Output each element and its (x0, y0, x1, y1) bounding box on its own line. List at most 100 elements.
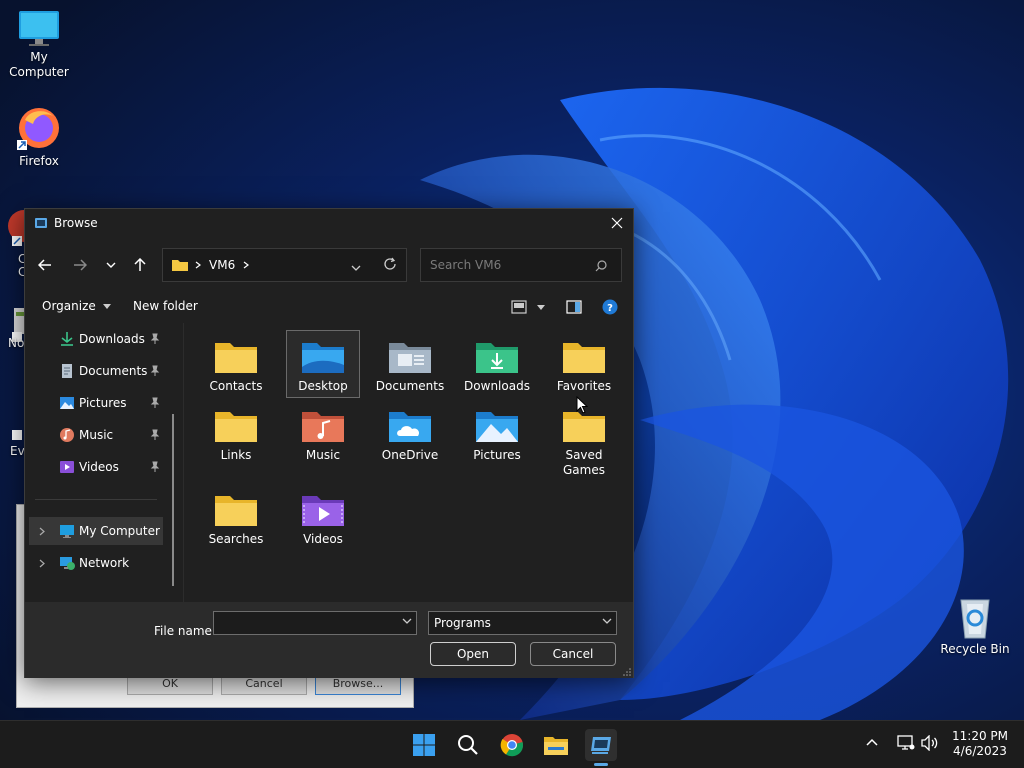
file-item-documents[interactable]: Documents (373, 331, 447, 394)
videos-folder-icon (302, 496, 344, 526)
file-item-pictures[interactable]: Pictures (460, 400, 534, 463)
speaker-icon (921, 735, 938, 751)
nav-scrollbar[interactable] (172, 414, 174, 586)
pin-icon (150, 365, 160, 376)
desktop-icon-label: Firefox (19, 154, 59, 168)
refresh-button[interactable] (383, 257, 397, 274)
organize-button[interactable]: Organize (42, 299, 111, 313)
help-button[interactable]: ? (602, 299, 618, 318)
volume-button[interactable] (921, 735, 939, 751)
file-item-links[interactable]: Links (199, 400, 273, 463)
chevron-right-icon[interactable] (39, 527, 45, 536)
music-folder-icon (302, 412, 344, 442)
cancel-button[interactable]: Cancel (530, 642, 616, 666)
close-button[interactable] (601, 209, 633, 237)
recent-locations-button[interactable] (99, 253, 123, 277)
nav-item-label: Videos (79, 460, 119, 474)
taskbar-file-explorer[interactable] (540, 729, 572, 761)
file-item-contacts[interactable]: Contacts (199, 331, 273, 394)
taskbar-search-button[interactable] (452, 729, 484, 761)
caret-down-icon (102, 304, 111, 309)
start-button[interactable] (408, 729, 440, 761)
nav-item-documents[interactable]: Documents (29, 357, 163, 385)
chevron-right-icon[interactable] (39, 559, 45, 568)
browse-dialog: Browse VM6 Search VM6 Organize New folde… (24, 208, 634, 678)
open-button[interactable]: Open (430, 642, 516, 666)
monitor-icon (60, 525, 74, 538)
search-input[interactable] (430, 258, 590, 272)
file-name-label: File name: (154, 624, 216, 638)
forward-button[interactable] (68, 253, 92, 277)
desktop-icon-my-computer[interactable]: My Computer (0, 8, 78, 80)
folder-icon (215, 412, 257, 442)
pin-icon (150, 461, 160, 472)
pictures-folder-icon (476, 412, 518, 442)
command-bar: Organize New folder ? (25, 295, 633, 319)
address-dropdown-button[interactable] (351, 260, 361, 274)
file-item-label: OneDrive (381, 448, 439, 462)
file-item-label: Downloads (464, 379, 530, 393)
chevron-right-icon (195, 261, 201, 269)
address-bar[interactable]: VM6 (162, 248, 407, 282)
nav-item-my-computer[interactable]: My Computer (29, 517, 163, 545)
nav-item-network[interactable]: Network (29, 549, 163, 577)
chevron-down-icon[interactable] (402, 618, 412, 624)
nav-item-downloads[interactable]: Downloads (29, 325, 163, 353)
back-button[interactable] (33, 253, 57, 277)
file-name-input[interactable] (218, 615, 388, 631)
close-icon (611, 217, 623, 229)
taskbar: 11:20 PM 4/6/2023 (0, 720, 1024, 768)
taskbar-chrome[interactable] (496, 729, 528, 761)
file-item-label: Searches (208, 532, 264, 546)
file-type-select[interactable]: Programs (428, 611, 617, 635)
nav-item-label: Network (79, 556, 130, 570)
chevron-down-icon (351, 265, 361, 271)
active-app-icon (591, 737, 611, 754)
file-list: Contacts Desktop Documents Downloads Fav… (185, 323, 633, 603)
breadcrumb-vm6[interactable]: VM6 (209, 258, 235, 272)
show-hidden-icons-button[interactable] (866, 738, 878, 746)
nav-item-pictures[interactable]: Pictures (29, 389, 163, 417)
resize-grip-icon[interactable] (623, 668, 631, 676)
desktop-icon-recycle-bin[interactable]: Recycle Bin (936, 596, 1014, 657)
view-options-button[interactable] (511, 300, 547, 317)
pictures-icon (60, 397, 74, 409)
file-explorer-icon (544, 737, 568, 755)
file-item-label: Contacts (209, 379, 263, 393)
download-icon (61, 332, 73, 346)
file-item-desktop[interactable]: Desktop (286, 330, 360, 398)
nav-item-label: My Computer (79, 524, 160, 538)
file-item-favorites[interactable]: Favorites (547, 331, 621, 394)
file-item-videos[interactable]: Videos (286, 484, 360, 547)
network-wired-icon (897, 735, 915, 750)
file-item-label: Music (305, 448, 341, 462)
desktop-icon-firefox[interactable]: Firefox (0, 104, 78, 169)
new-folder-button[interactable]: New folder (133, 299, 198, 313)
up-button[interactable] (128, 253, 152, 277)
folder-icon (215, 343, 257, 373)
file-item-onedrive[interactable]: OneDrive (373, 400, 447, 463)
title-bar[interactable]: Browse (25, 209, 633, 237)
taskbar-active-app[interactable] (585, 729, 617, 761)
search-box[interactable] (420, 248, 622, 282)
svg-text:?: ? (607, 303, 613, 314)
nav-item-label: Downloads (79, 332, 145, 346)
chevron-down-icon (602, 618, 612, 624)
nav-item-videos[interactable]: Videos (29, 453, 163, 481)
system-clock[interactable]: 11:20 PM 4/6/2023 (948, 729, 1012, 759)
view-icon (511, 300, 545, 314)
file-item-music[interactable]: Music (286, 400, 360, 463)
active-indicator (594, 763, 608, 766)
nav-item-music[interactable]: Music (29, 421, 163, 449)
file-type-value: Programs (434, 616, 491, 630)
chevron-down-icon (106, 262, 116, 268)
file-name-combobox[interactable] (213, 611, 417, 635)
file-item-downloads[interactable]: Downloads (460, 331, 534, 394)
pane-divider[interactable] (183, 323, 184, 603)
file-item-searches[interactable]: Searches (199, 484, 273, 547)
chevron-right-icon (243, 261, 250, 269)
preview-pane-button[interactable] (566, 300, 582, 317)
start-icon (413, 734, 435, 756)
help-icon: ? (602, 299, 618, 315)
network-status-button[interactable] (897, 735, 915, 751)
